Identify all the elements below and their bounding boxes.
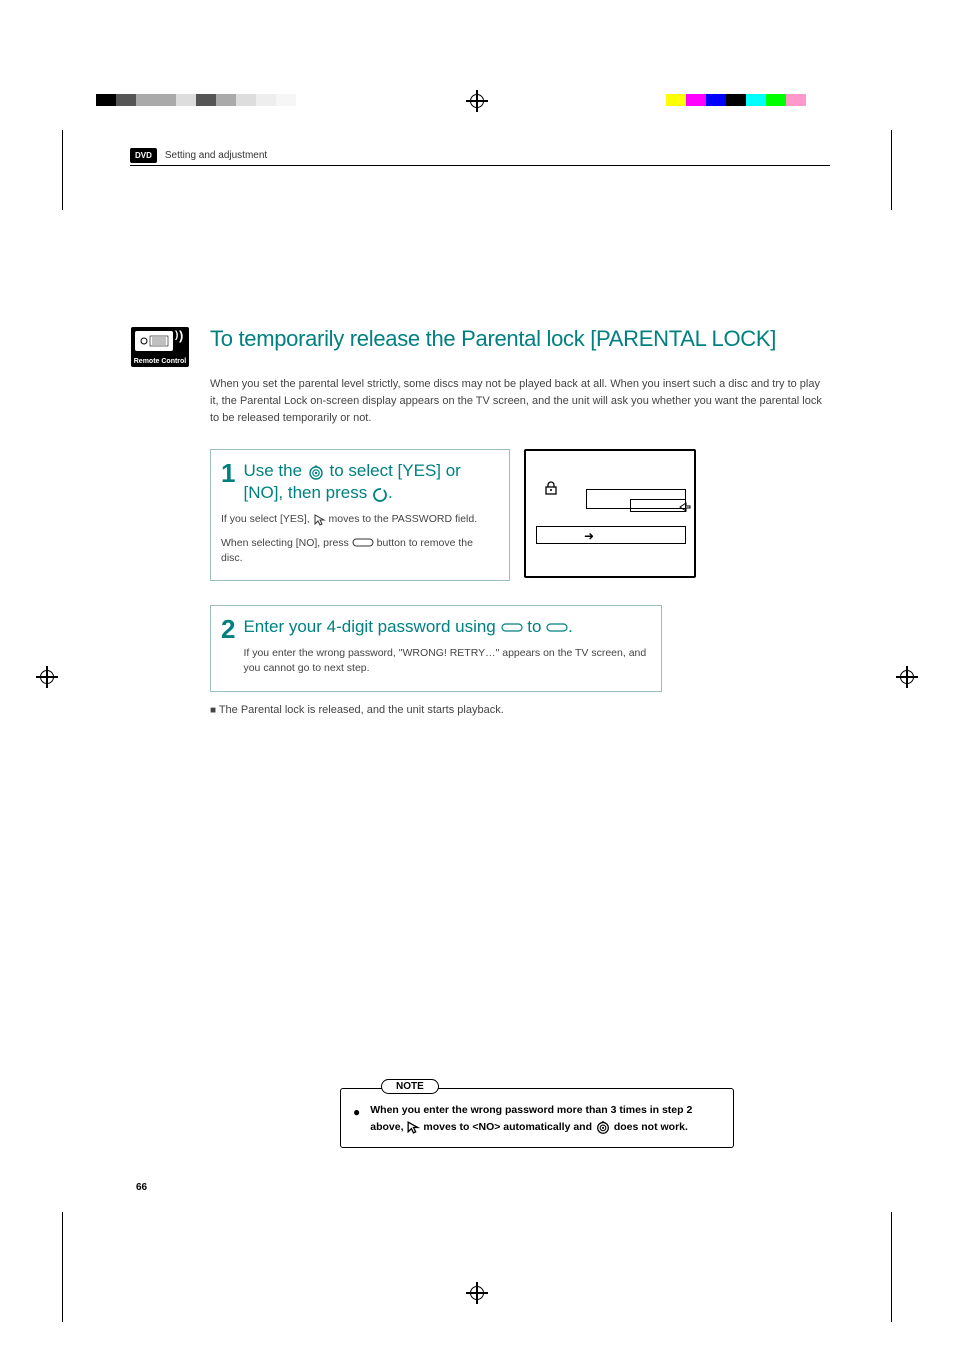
step-2-number: 2 xyxy=(221,616,235,677)
note-box: NOTE ● When you enter the wrong password… xyxy=(340,1088,734,1148)
pointer-icon xyxy=(679,501,691,513)
step-1-number: 1 xyxy=(221,460,235,504)
note-text: When you enter the wrong password more t… xyxy=(370,1103,721,1135)
number-button-icon xyxy=(546,623,568,632)
svg-text:Remote Control: Remote Control xyxy=(134,358,187,365)
step-1-sub2: When selecting [NO], press button to rem… xyxy=(221,536,497,566)
right-registration-bars xyxy=(606,94,806,106)
registration-mark-bottom xyxy=(466,1282,488,1304)
crop-line xyxy=(62,1212,63,1322)
eject-button-icon xyxy=(352,538,374,547)
registration-mark-left xyxy=(36,666,58,688)
step-2-box: 2 Enter your 4-digit password using to .… xyxy=(210,605,662,692)
joystick-icon xyxy=(307,463,325,481)
bullet-icon: ● xyxy=(353,1103,360,1135)
page-header: DVD Setting and adjustment xyxy=(130,148,830,166)
page-title: To temporarily release the Parental lock… xyxy=(210,326,830,352)
step-1-box: 1 Use the to select [YES] or [NO], then … xyxy=(210,449,510,581)
crop-line xyxy=(62,130,63,210)
section-title: Setting and adjustment xyxy=(165,150,267,161)
joystick-icon xyxy=(595,1119,611,1135)
left-registration-bars xyxy=(96,94,296,106)
arrow-right-icon: ➜ xyxy=(584,530,594,542)
cursor-icon xyxy=(313,513,326,526)
note-label: NOTE xyxy=(381,1079,439,1094)
step-1-sub1: If you select [YES], moves to the PASSWO… xyxy=(221,512,497,527)
released-note: ■ The Parental lock is released, and the… xyxy=(210,704,830,716)
crop-line xyxy=(891,130,892,210)
intro-paragraph: When you set the parental level strictly… xyxy=(210,376,830,427)
crop-line xyxy=(891,1212,892,1322)
page-number: 66 xyxy=(136,1182,147,1193)
number-button-icon xyxy=(501,623,523,632)
step-2-sub: If you enter the wrong password, "WRONG!… xyxy=(243,646,649,676)
step-2-heading: Enter your 4-digit password using to . xyxy=(243,616,649,638)
svg-text:): ) xyxy=(175,330,178,341)
enter-icon xyxy=(372,486,388,502)
dvd-badge: DVD xyxy=(130,148,157,163)
cursor-icon xyxy=(406,1120,420,1134)
svg-text:): ) xyxy=(179,328,183,343)
tv-screen-diagram: ➜ xyxy=(524,449,696,578)
registration-mark-top xyxy=(466,90,488,112)
remote-control-icon: ) ) Remote Control xyxy=(130,326,190,716)
lock-icon xyxy=(544,481,558,495)
registration-mark-right xyxy=(896,666,918,688)
step-1-heading: Use the to select [YES] or [NO], then pr… xyxy=(243,460,497,504)
